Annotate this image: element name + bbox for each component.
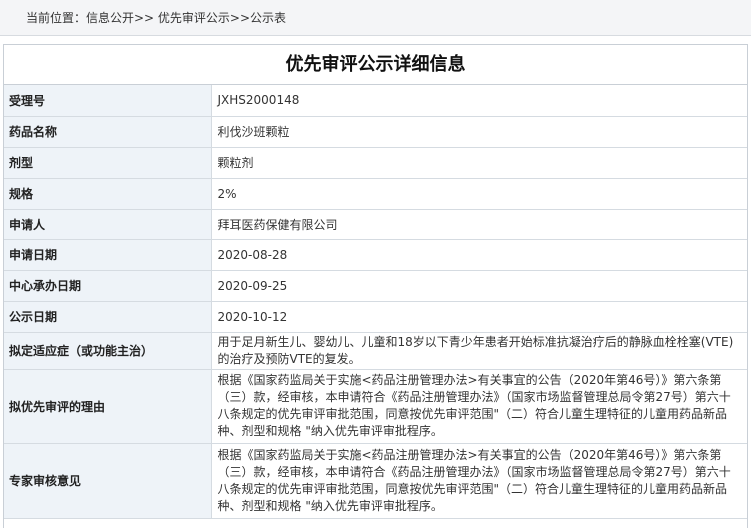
- center-date-value: 2020-09-25: [211, 270, 747, 302]
- page-title: 优先审评公示详细信息: [4, 45, 747, 85]
- expert-opinion-value: 根据《国家药监局关于实施<药品注册管理办法>有关事宜的公告（2020年第46号）…: [211, 443, 747, 519]
- application-date-value: 2020-08-28: [211, 239, 747, 271]
- indication-value: 用于足月新生儿、婴幼儿、儿童和18岁以下青少年患者开始标准抗凝治疗后的静脉血栓栓…: [211, 332, 747, 370]
- row-dosage-form: 剂型 颗粒剂: [4, 147, 747, 179]
- row-publicity-date: 公示日期 2020-10-12: [4, 301, 747, 333]
- row-applicant: 申请人 拜耳医药保健有限公司: [4, 209, 747, 240]
- applicant-value: 拜耳医药保健有限公司: [211, 209, 747, 240]
- priority-reason-label: 拟优先审评的理由: [4, 369, 212, 444]
- detail-panel: 优先审评公示详细信息 受理号 JXHS2000148 药品名称 利伐沙班颗粒 剂…: [3, 44, 748, 528]
- application-date-label: 申请日期: [4, 239, 212, 271]
- drug-name-value: 利伐沙班颗粒: [211, 116, 747, 148]
- row-priority-reason: 拟优先审评的理由 根据《国家药监局关于实施<药品注册管理办法>有关事宜的公告（2…: [4, 369, 747, 444]
- acceptance-number-label: 受理号: [4, 85, 212, 117]
- detail-table: 受理号 JXHS2000148 药品名称 利伐沙班颗粒 剂型 颗粒剂 规格 2%…: [4, 85, 747, 519]
- applicant-label: 申请人: [4, 209, 212, 240]
- row-application-date: 申请日期 2020-08-28: [4, 239, 747, 271]
- acceptance-number-value: JXHS2000148: [211, 85, 747, 117]
- publicity-date-value: 2020-10-12: [211, 301, 747, 333]
- indication-label: 拟定适应症（或功能主治）: [4, 332, 212, 370]
- dosage-form-label: 剂型: [4, 147, 212, 179]
- priority-reason-value: 根据《国家药监局关于实施<药品注册管理办法>有关事宜的公告（2020年第46号）…: [211, 369, 747, 444]
- specification-label: 规格: [4, 178, 212, 210]
- specification-value: 2%: [211, 178, 747, 210]
- row-acceptance-number: 受理号 JXHS2000148: [4, 85, 747, 117]
- center-date-label: 中心承办日期: [4, 270, 212, 302]
- dosage-form-value: 颗粒剂: [211, 147, 747, 179]
- expert-opinion-label: 专家审核意见: [4, 443, 212, 519]
- row-expert-opinion: 专家审核意见 根据《国家药监局关于实施<药品注册管理办法>有关事宜的公告（202…: [4, 443, 747, 519]
- row-indication: 拟定适应症（或功能主治） 用于足月新生儿、婴幼儿、儿童和18岁以下青少年患者开始…: [4, 332, 747, 370]
- row-specification: 规格 2%: [4, 178, 747, 210]
- row-drug-name: 药品名称 利伐沙班颗粒: [4, 116, 747, 148]
- row-center-date: 中心承办日期 2020-09-25: [4, 270, 747, 302]
- publicity-date-label: 公示日期: [4, 301, 212, 333]
- drug-name-label: 药品名称: [4, 116, 212, 148]
- breadcrumb: 当前位置：信息公开>> 优先审评公示>>公示表: [0, 0, 751, 36]
